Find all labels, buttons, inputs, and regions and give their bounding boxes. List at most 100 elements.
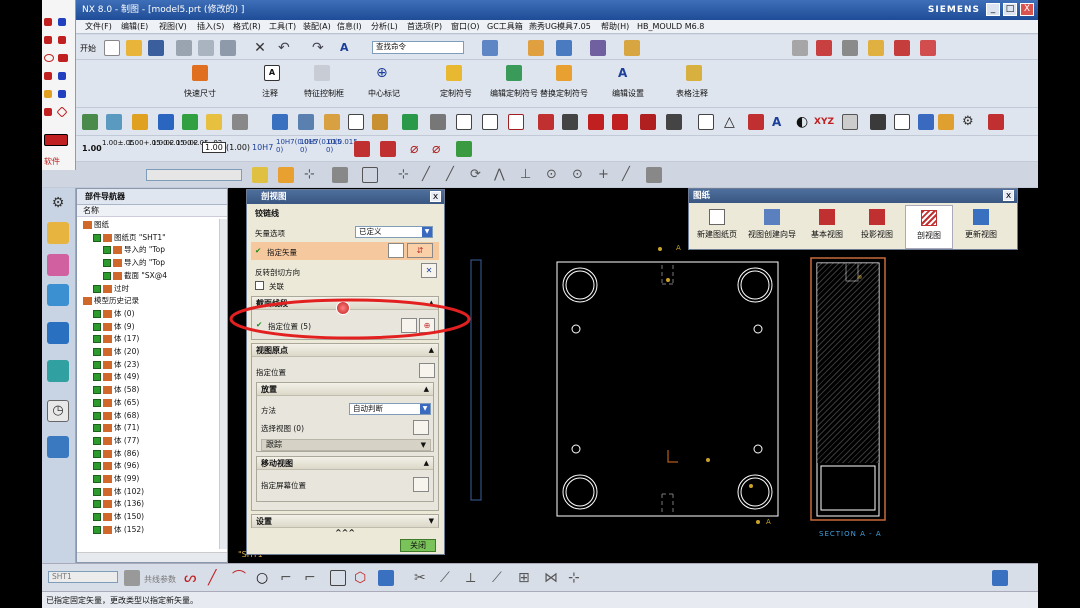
- tolerance-style-6[interactable]: 1.00: [202, 142, 226, 153]
- settings-header[interactable]: 设置 ▼: [252, 515, 438, 528]
- tool-6-icon[interactable]: [206, 114, 222, 130]
- tree-node[interactable]: 体 (49): [93, 371, 139, 383]
- associative-checkbox[interactable]: [255, 281, 264, 290]
- vector-option-select[interactable]: 已定义 ▼: [355, 226, 433, 238]
- sketch-line-icon[interactable]: ╱: [208, 570, 224, 586]
- triangle-icon[interactable]: △: [724, 114, 740, 130]
- circle-snap-icon[interactable]: ⊙: [546, 167, 562, 183]
- sketch-rect-icon[interactable]: [330, 570, 346, 586]
- tree-node[interactable]: 过时: [93, 283, 129, 295]
- visibility-checkbox[interactable]: [93, 309, 101, 318]
- section-dialog-close-x[interactable]: x: [430, 191, 441, 202]
- mould-tool-4-icon[interactable]: [868, 40, 884, 56]
- offset-icon[interactable]: ⟋: [492, 570, 508, 586]
- profile-icon[interactable]: ᔕ: [184, 570, 200, 586]
- custom-symbol-icon[interactable]: [446, 65, 462, 81]
- view-wizard-button[interactable]: 视图创建向导: [747, 209, 797, 240]
- tool-17-icon[interactable]: [508, 114, 524, 130]
- tolerance-style-8[interactable]: 10H7: [252, 143, 273, 152]
- open-folder-icon[interactable]: [126, 40, 142, 56]
- visibility-checkbox[interactable]: [93, 233, 101, 242]
- corner-icon[interactable]: ⟂: [466, 570, 482, 586]
- tolerance-style-7[interactable]: (1.00): [226, 143, 250, 152]
- circle-icon[interactable]: ○: [256, 570, 272, 586]
- tool-3-icon[interactable]: [132, 114, 148, 130]
- snap-2-icon[interactable]: [278, 167, 294, 183]
- cut-icon[interactable]: [176, 40, 192, 56]
- visibility-checkbox[interactable]: [93, 513, 101, 522]
- tool-8-icon[interactable]: [272, 114, 288, 130]
- palette-4-icon[interactable]: [58, 36, 66, 44]
- rectangle-icon[interactable]: [362, 167, 378, 183]
- tool-32-icon[interactable]: [918, 114, 934, 130]
- fillet-icon[interactable]: ⌐: [280, 570, 296, 586]
- menu-item-view[interactable]: 视图(V): [154, 20, 192, 34]
- center-mark-icon[interactable]: ⊕: [376, 65, 392, 81]
- tool-21-icon[interactable]: [612, 114, 628, 130]
- tool-27-icon[interactable]: A: [772, 114, 788, 130]
- extend-icon[interactable]: ⟋: [440, 570, 456, 586]
- palette-8-icon[interactable]: [44, 90, 52, 98]
- tree-node[interactable]: 体 (23): [93, 359, 139, 371]
- diagonal-icon[interactable]: ╱: [622, 167, 638, 183]
- palette-9-icon[interactable]: [58, 90, 66, 98]
- update-views-button[interactable]: 更新视图: [961, 209, 1001, 240]
- menu-item-insert[interactable]: 插入(S): [192, 20, 229, 34]
- menu-item-info[interactable]: 信息(I): [332, 20, 367, 34]
- visibility-checkbox[interactable]: [93, 360, 101, 369]
- tool-9-icon[interactable]: [298, 114, 314, 130]
- navigator-h-scrollbar[interactable]: [77, 552, 227, 562]
- diameter-icon[interactable]: ⌀: [410, 141, 426, 157]
- visibility-checkbox[interactable]: [93, 284, 101, 293]
- tree-node[interactable]: 体 (0): [93, 308, 135, 320]
- snap-1-icon[interactable]: [252, 167, 268, 183]
- tool-2-icon[interactable]: [106, 114, 122, 130]
- menu-item-edit[interactable]: 编辑(E): [116, 20, 153, 34]
- tree-node[interactable]: 体 (77): [93, 435, 139, 447]
- tool-18-icon[interactable]: [538, 114, 554, 130]
- visibility-checkbox[interactable]: [93, 449, 101, 458]
- new-sheet-button[interactable]: 新建图纸页: [697, 209, 737, 240]
- tolerance-style-10[interactable]: 10H7(0.015 0): [300, 138, 341, 154]
- hinge-line-header[interactable]: 铰链线: [251, 207, 439, 220]
- line-2-icon[interactable]: ╱: [446, 167, 462, 183]
- save-icon[interactable]: [148, 40, 164, 56]
- tool-4-icon[interactable]: [158, 114, 174, 130]
- mirror-icon[interactable]: ⊞: [518, 570, 534, 586]
- tolerance-tool-3-icon[interactable]: [456, 141, 472, 157]
- edit-custom-symbol-icon[interactable]: [506, 65, 522, 81]
- tree-node[interactable]: 体 (96): [93, 460, 139, 472]
- tool-7-icon[interactable]: [232, 114, 248, 130]
- mould-tool-1-icon[interactable]: [792, 40, 808, 56]
- tool-20-icon[interactable]: [588, 114, 604, 130]
- quick-dimension-button[interactable]: 快速尺寸: [184, 88, 216, 99]
- tree-node[interactable]: 模型历史记录: [83, 295, 139, 307]
- tree-node[interactable]: 体 (20): [93, 346, 139, 358]
- tree-node[interactable]: 体 (9): [93, 321, 135, 333]
- mould-tool-6-icon[interactable]: [920, 40, 936, 56]
- center-mark-button[interactable]: 中心标记: [368, 88, 400, 99]
- feature-control-frame-button[interactable]: 特征控制框: [304, 88, 344, 99]
- tree-node[interactable]: 体 (99): [93, 473, 139, 485]
- visibility-checkbox[interactable]: [103, 259, 111, 268]
- visibility-checkbox[interactable]: [93, 462, 101, 471]
- arrow-up-icon[interactable]: ⋀: [494, 167, 510, 183]
- section-view-button[interactable]: 剖视图: [905, 205, 953, 249]
- tree-node[interactable]: 体 (102): [93, 486, 144, 498]
- custom-symbol-button[interactable]: 定制符号: [440, 88, 472, 99]
- sheet-select[interactable]: SHT1: [48, 571, 118, 583]
- tolerance-style-9[interactable]: 10H7(0.015 0): [276, 138, 317, 154]
- edit-custom-symbol-button[interactable]: 编辑定制符号: [490, 88, 538, 99]
- tree-node[interactable]: 图纸页 "SHT1": [93, 232, 166, 244]
- tool-19-icon[interactable]: [562, 114, 578, 130]
- clock-icon[interactable]: ◷: [47, 400, 69, 422]
- sketch-grid-icon[interactable]: [124, 570, 140, 586]
- menu-item-format[interactable]: 格式(R): [228, 20, 266, 34]
- tool-10-icon[interactable]: [324, 114, 340, 130]
- menu-item-gc-toolbox[interactable]: GC工具箱: [482, 20, 528, 34]
- view-orient-icon[interactable]: [482, 40, 498, 56]
- perp-icon[interactable]: ⊥: [520, 167, 536, 183]
- menu-item-assembly[interactable]: 装配(A): [298, 20, 336, 34]
- palette-1-icon[interactable]: [44, 18, 52, 26]
- menu-item-analysis[interactable]: 分析(L): [366, 20, 403, 34]
